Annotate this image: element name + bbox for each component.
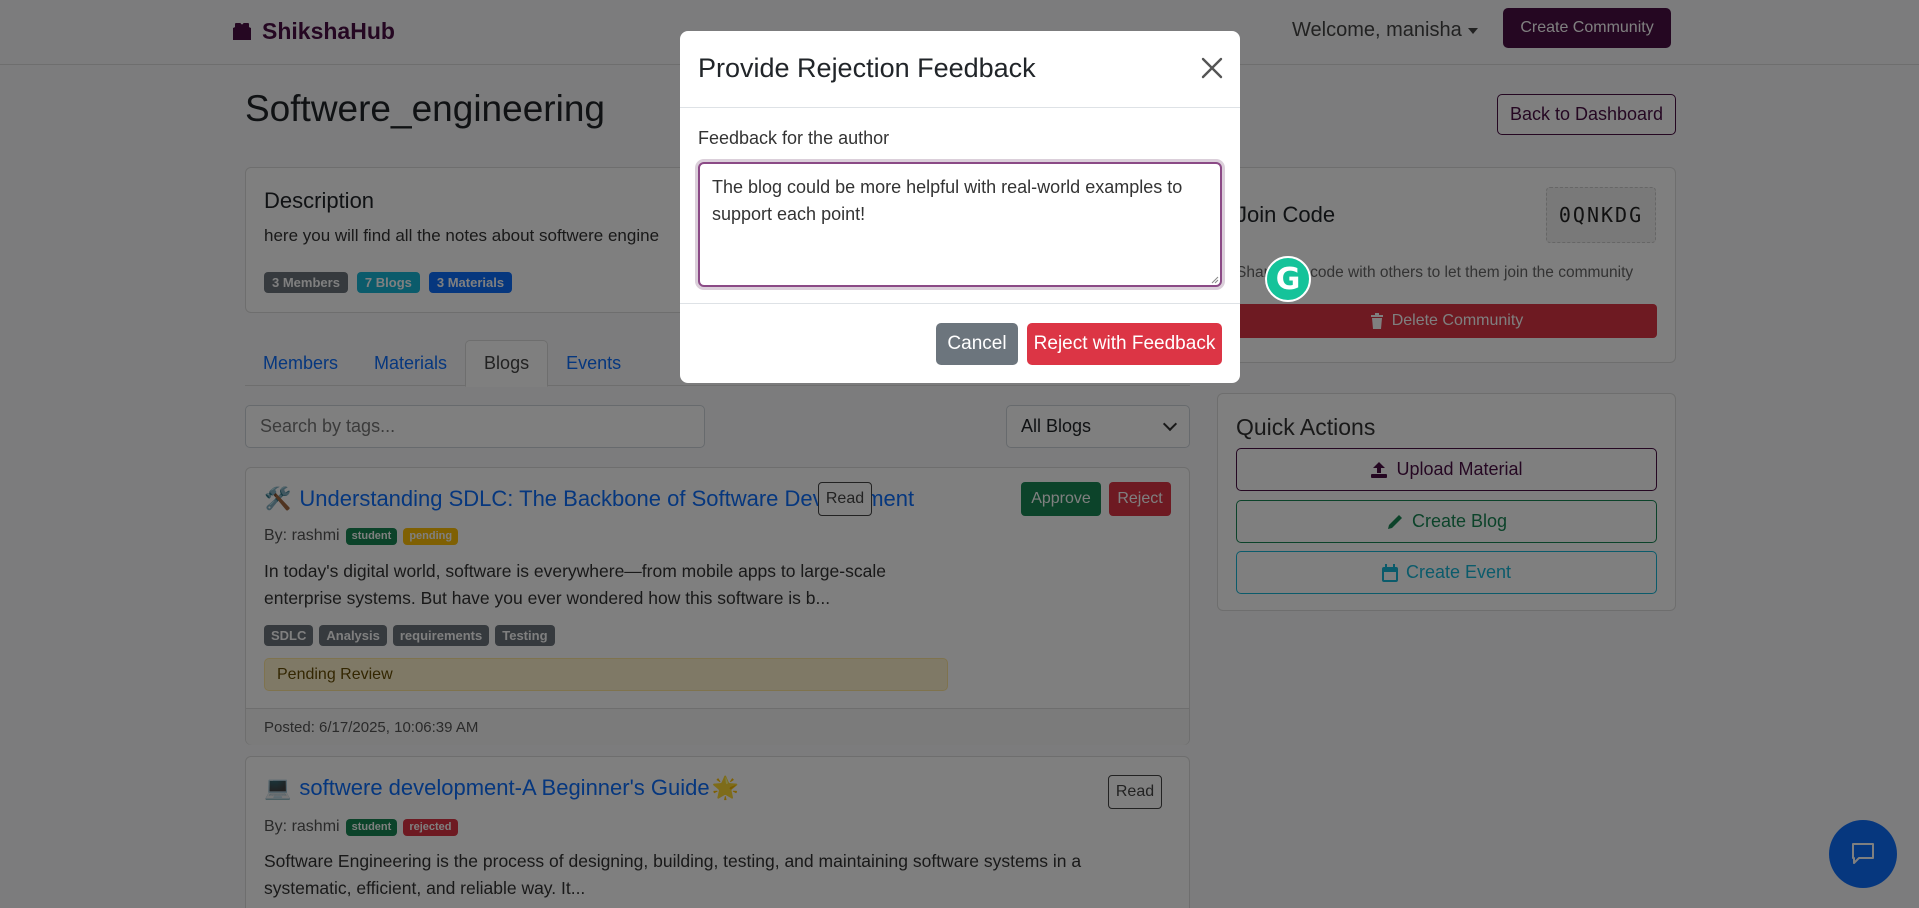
feedback-textarea[interactable]: The blog could be more helpful with real… bbox=[698, 162, 1222, 287]
close-icon[interactable] bbox=[1199, 55, 1225, 81]
modal-header: Provide Rejection Feedback bbox=[680, 31, 1240, 108]
resize-grip-icon[interactable] bbox=[1209, 274, 1219, 284]
rejection-feedback-modal: Provide Rejection Feedback Feedback for … bbox=[680, 31, 1240, 383]
feedback-label: Feedback for the author bbox=[698, 128, 890, 148]
modal-title: Provide Rejection Feedback bbox=[698, 53, 1036, 83]
reject-with-feedback-button[interactable]: Reject with Feedback bbox=[1027, 323, 1222, 365]
grammarly-icon[interactable]: G bbox=[1265, 256, 1311, 302]
cancel-button[interactable]: Cancel bbox=[936, 323, 1018, 365]
